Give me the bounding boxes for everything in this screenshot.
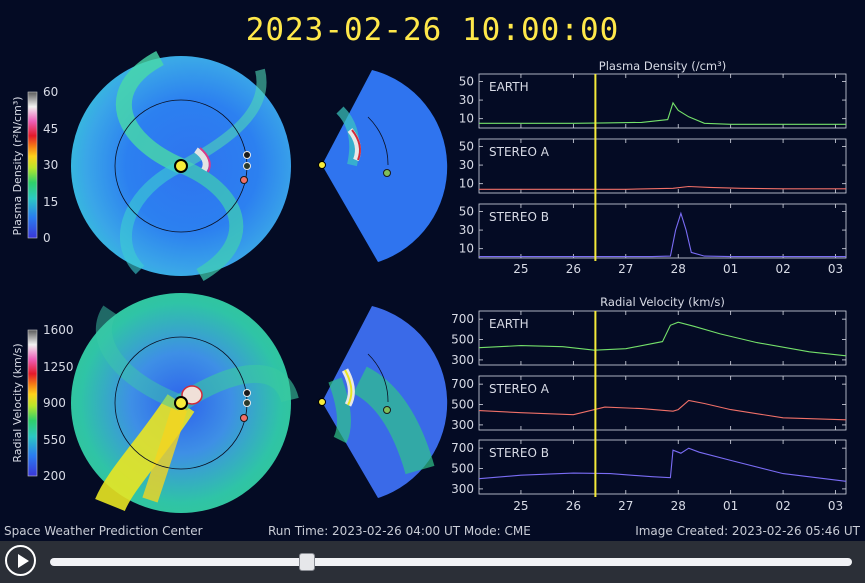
density-equatorial-view [71,50,291,282]
y-tick-label: 30 [459,93,474,107]
colorbar-density-tick: 45 [43,122,58,136]
y-tick-label: 10 [459,112,474,126]
panel-label: STEREO B [489,210,549,224]
y-tick-label: 700 [451,377,474,391]
footer-image-created: Image Created: 2023-02-26 05:46 UT [635,524,860,538]
y-tick-label: 300 [451,353,474,367]
animation-controls [0,541,865,583]
panel-label: EARTH [489,317,529,331]
colorbar-density-label: Plasma Density (r²N/cm³) [11,96,24,235]
panel-label: STEREO B [489,446,549,460]
colorbar-density: Plasma Density (r²N/cm³) 60 45 30 15 0 [11,85,58,245]
colorbar-density-tick: 15 [43,195,58,209]
colorbar-velocity: Radial Velocity (km/s) 1600 1250 900 550… [11,323,74,483]
sun-marker [174,159,188,173]
x-tick-label: 26 [566,262,581,276]
density-meridional-view [318,70,448,262]
enlil-visualization: Plasma Density (r²N/cm³) 60 45 30 15 0 R… [11,50,847,513]
y-tick-label: 50 [459,204,474,218]
y-tick-label: 50 [459,139,474,153]
velocity-equatorial-view [71,293,299,513]
colorbar-density-tick: 0 [43,231,51,245]
x-tick-label: 01 [723,262,738,276]
time-series-plots: Plasma Density (/cm³) 10 30 50 EARTH 10 30 50 ST… [451,59,847,513]
chart-title: Radial Velocity (km/s) [600,295,725,309]
colorbar-velocity-tick: 200 [43,469,66,483]
colorbar-density-tick: 60 [43,85,58,99]
y-tick-label: 700 [451,312,474,326]
colorbar-velocity-label: Radial Velocity (km/s) [11,343,24,462]
chart-title: Plasma Density (/cm³) [599,59,726,73]
y-tick-label: 700 [451,441,474,455]
colorbar-velocity-tick: 1250 [43,360,74,374]
sun-marker-velocity [174,396,188,410]
y-tick-label: 10 [459,177,474,191]
x-tick-label: 25 [513,262,528,276]
x-tick-label: 28 [671,499,686,513]
colorbar-velocity-tick: 1600 [43,323,74,337]
play-button[interactable] [5,545,36,576]
x-tick-label: 25 [513,499,528,513]
timeline-slider-thumb[interactable] [298,553,315,571]
footer-run-info: Run Time: 2023-02-26 04:00 UT Mode: CME [268,524,531,538]
y-tick-label: 300 [451,418,474,432]
x-tick-label: 02 [775,262,790,276]
x-tick-label: 01 [723,499,738,513]
y-tick-label: 50 [459,74,474,88]
panel-label: EARTH [489,80,529,94]
x-tick-label: 02 [775,499,790,513]
x-tick-label: 03 [828,499,843,513]
colorbar-velocity-tick: 900 [43,396,66,410]
y-tick-label: 30 [459,158,474,172]
y-tick-label: 300 [451,482,474,496]
x-tick-label: 26 [566,499,581,513]
plot-panel-frame [478,310,847,366]
y-tick-label: 500 [451,398,474,412]
x-tick-label: 28 [671,262,686,276]
timeline-slider[interactable] [50,553,852,571]
panel-label: STEREO A [489,382,550,396]
y-tick-label: 500 [451,333,474,347]
colorbar-velocity-tick: 550 [43,433,66,447]
panel-label: STEREO A [489,145,550,159]
y-tick-label: 500 [451,462,474,476]
colorbar-density-tick: 30 [43,158,58,172]
y-tick-label: 30 [459,223,474,237]
x-tick-label: 03 [828,262,843,276]
y-tick-label: 10 [459,242,474,256]
velocity-meridional-view [318,306,448,498]
play-icon [18,554,29,568]
footer-org: Space Weather Prediction Center [4,524,203,538]
x-tick-label: 27 [618,262,633,276]
x-tick-label: 27 [618,499,633,513]
